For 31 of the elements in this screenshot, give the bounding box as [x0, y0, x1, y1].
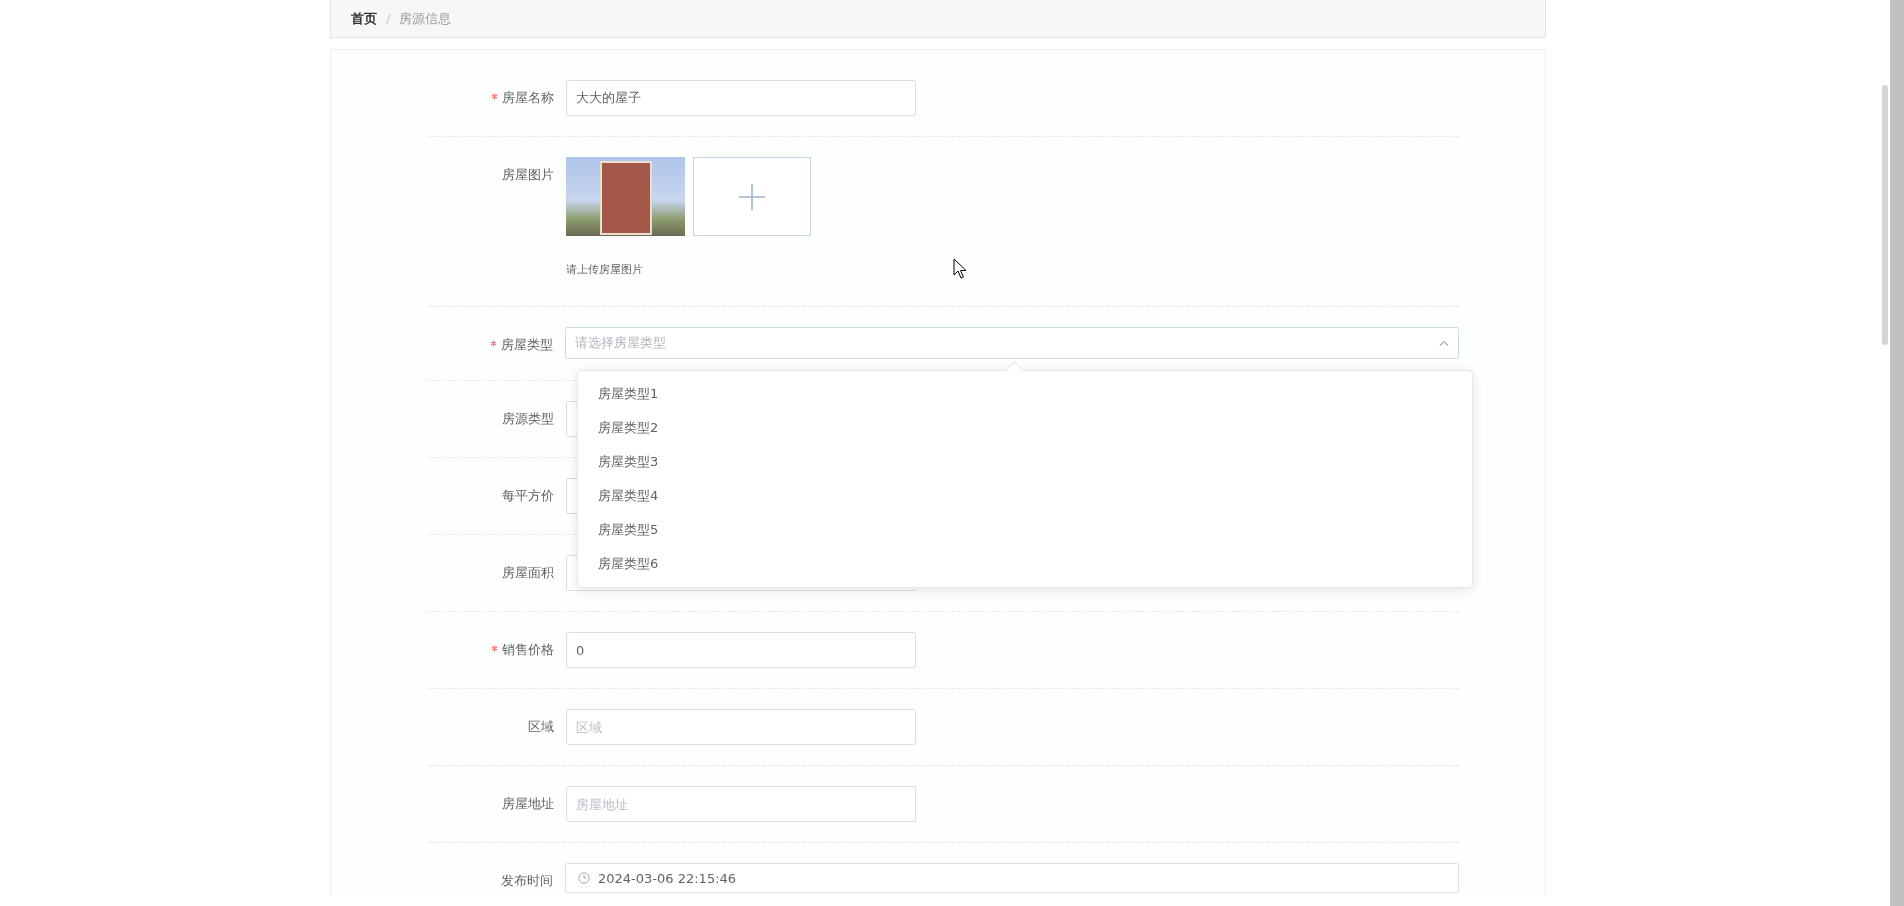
scrollbar-drawing[interactable]: [1880, 0, 1904, 906]
input-field[interactable]: 0: [566, 632, 916, 668]
field-label: 销售价格: [502, 641, 554, 659]
breadcrumb-item: 房源信息: [399, 9, 452, 28]
input-field[interactable]: 大大的屋子: [566, 80, 916, 116]
dropdown-option[interactable]: 房屋类型1: [578, 377, 1472, 411]
field-label: 房屋名称: [502, 89, 554, 107]
field-label: 房屋类型: [501, 336, 553, 354]
dropdown-option[interactable]: 房屋类型4: [578, 479, 1472, 513]
datetime-field[interactable]: 2024-03-06 22:15:46: [565, 863, 1459, 893]
field-label: 房源类型: [502, 410, 554, 428]
plus-icon: [739, 183, 765, 210]
field-label: 区域: [528, 718, 554, 736]
dropdown-option[interactable]: 房屋类型5: [578, 513, 1472, 547]
field-label: 房屋地址: [502, 795, 554, 813]
breadcrumb-item[interactable]: 首页: [351, 9, 377, 28]
dropdown-option[interactable]: 房屋类型3: [578, 445, 1472, 479]
field-label: 房屋面积: [502, 564, 554, 582]
clock-icon: [578, 872, 590, 884]
dropdown-option[interactable]: 房屋类型2: [578, 411, 1472, 445]
mouse-cursor-icon: [953, 258, 967, 279]
caret-icon: [1439, 340, 1449, 346]
dropdown-option[interactable]: 房屋类型6: [578, 547, 1472, 581]
field-label: 房屋图片: [502, 166, 554, 184]
input-field[interactable]: 房屋地址: [566, 786, 916, 822]
field-label: 发布时间: [501, 872, 553, 890]
breadcrumb-separator: /: [386, 11, 391, 26]
input-field[interactable]: 区域: [566, 709, 916, 745]
field-label: 每平方价: [502, 487, 554, 505]
upload-hint: 请上传房屋图片: [566, 262, 644, 278]
upload-button[interactable]: [693, 157, 811, 236]
